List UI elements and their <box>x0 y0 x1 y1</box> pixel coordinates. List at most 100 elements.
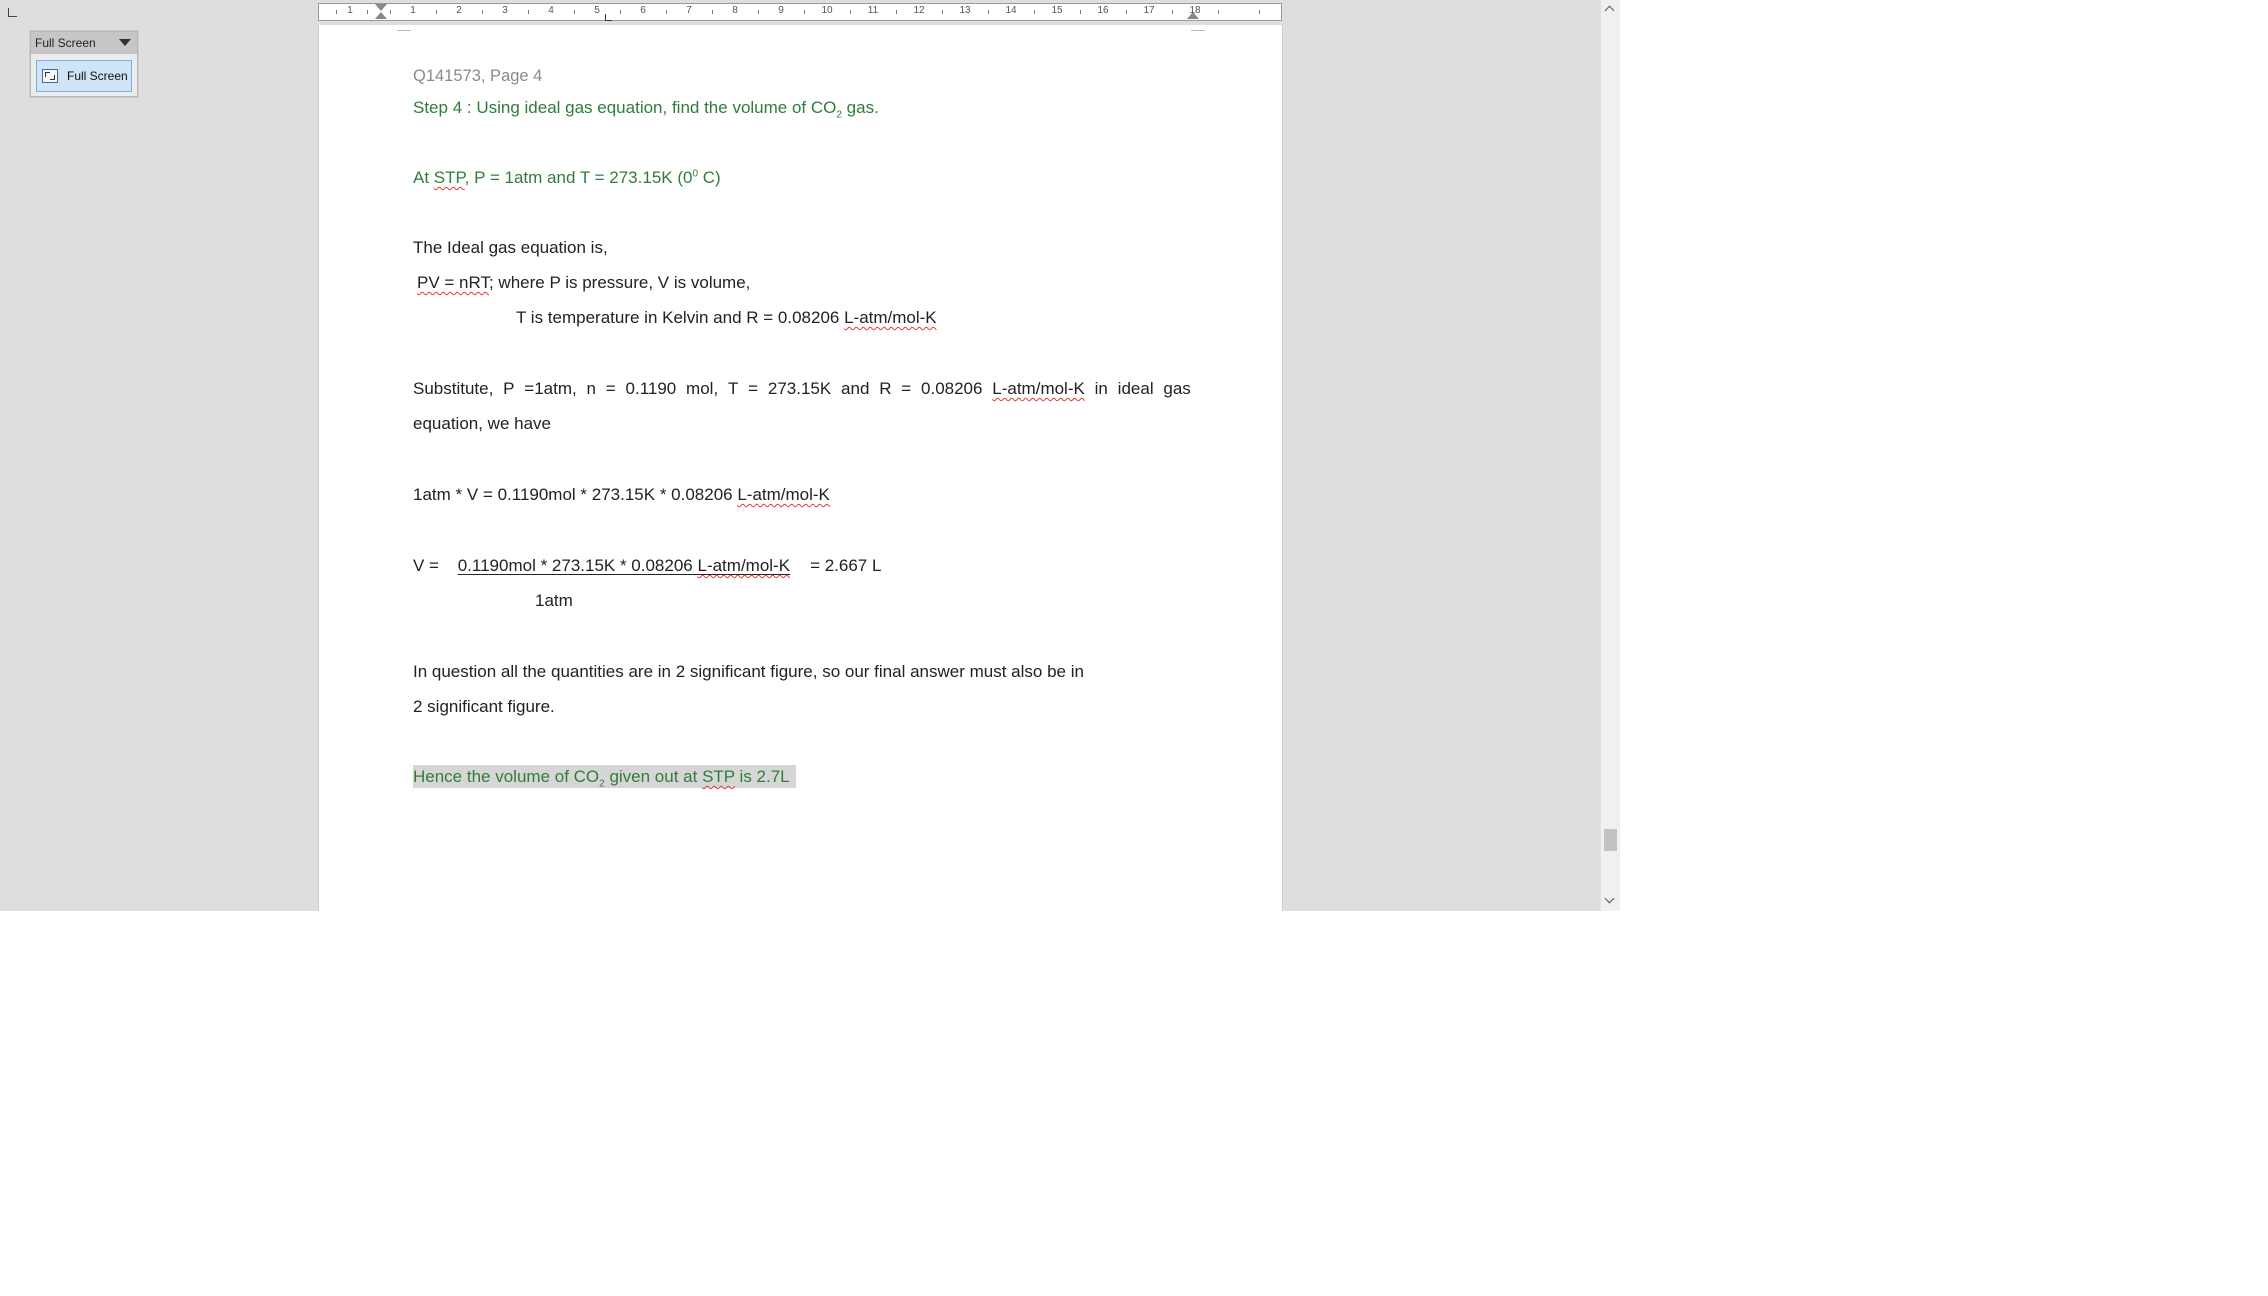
tab-stop-icon[interactable] <box>605 14 612 21</box>
ruler-tick <box>1172 10 1173 14</box>
word: =1atm, <box>524 379 577 398</box>
vertical-scrollbar[interactable] <box>1600 0 1620 911</box>
word: n <box>586 379 596 398</box>
scrollbar-thumb[interactable] <box>1604 829 1617 851</box>
toolbar-title-label: Full Screen <box>35 36 96 50</box>
ruler-number: 5 <box>594 5 600 16</box>
fullscreen-icon <box>42 69 58 83</box>
ruler-number: 4 <box>548 5 554 16</box>
fraction-denominator: 1atm <box>535 591 573 610</box>
ruler-tick <box>804 10 805 14</box>
hanging-indent-marker[interactable] <box>375 12 387 19</box>
ruler-number: 13 <box>959 5 971 16</box>
full-screen-toolbar-title[interactable]: Full Screen <box>31 32 137 54</box>
final-text: Hence the volume of CO <box>413 767 600 786</box>
volume-fraction: V = 0.1190mol * 273.15K * 0.08206 L-atm/… <box>413 556 881 576</box>
word: mol, <box>686 379 719 398</box>
spell-error-word: PV = nRT <box>417 273 489 292</box>
ruler-tick <box>896 10 897 14</box>
ruler-tick <box>1259 10 1260 14</box>
ruler-tick <box>850 10 851 14</box>
word: Substitute, <box>413 379 494 398</box>
ruler-number: 12 <box>913 5 925 16</box>
ruler-tick <box>390 10 391 14</box>
page-header: Q141573, Page 4 <box>413 67 543 85</box>
ruler-number: 15 <box>1051 5 1063 16</box>
final-mid: given out at <box>604 767 703 786</box>
ruler-tick <box>528 10 529 14</box>
word: and <box>841 379 870 398</box>
first-line-indent-marker[interactable] <box>375 4 387 11</box>
ruler-tick <box>1126 10 1127 14</box>
word: in <box>1094 379 1108 398</box>
temperature-text: T is temperature in Kelvin and R = 0.082… <box>516 308 845 327</box>
ruler-number: 17 <box>1143 5 1155 16</box>
ideal-gas-intro: The Ideal gas equation is, <box>413 238 608 257</box>
stp-conditions: At STP, P = 1atm and T = 273.15K (00 C) <box>413 168 721 188</box>
fraction-numerator: 0.1190mol * 273.15K * 0.08206 L-atm/mol-… <box>458 556 802 575</box>
chevron-down-icon[interactable] <box>119 39 131 46</box>
ruler-tick <box>666 10 667 14</box>
numerator-text: 0.1190mol * 273.15K * 0.08206 <box>457 556 698 575</box>
ruler-tick <box>1034 10 1035 14</box>
word: 273.15K <box>767 379 832 398</box>
ruler-number: 9 <box>778 5 784 16</box>
ruler-tick <box>574 10 575 14</box>
ruler-tick <box>482 10 483 14</box>
temperature-line: T is temperature in Kelvin and R = 0.082… <box>516 308 937 328</box>
step-title-text: Step 4 : Using ideal gas equation, find … <box>413 98 837 117</box>
horizontal-ruler[interactable]: 1 1 2 3 4 5 6 7 8 9 10 11 12 13 14 15 16… <box>318 3 1282 21</box>
ruler-number: 11 <box>867 5 879 16</box>
ruler-number: 3 <box>502 5 508 16</box>
calculation-line: 1atm * V = 0.1190mol * 273.15K * 0.08206… <box>413 485 830 505</box>
spell-error-word: STP <box>702 767 735 786</box>
ruler-number: 1 <box>347 5 353 16</box>
stp-end: C) <box>698 168 721 187</box>
ruler-tick <box>988 10 989 14</box>
sigfig-line-2: 2 significant figure. <box>413 697 555 716</box>
full-screen-button-label: Full Screen <box>67 69 128 83</box>
stp-prefix: At <box>413 168 434 187</box>
word: R <box>879 379 892 398</box>
ruler-tick <box>1218 10 1219 14</box>
scroll-down-icon[interactable] <box>1605 895 1615 905</box>
ruler-number: 18 <box>1189 5 1201 16</box>
word: ideal <box>1117 379 1154 398</box>
spell-error-word: STP <box>433 168 465 187</box>
substitute-line-2: equation, we have <box>413 414 551 433</box>
sigfig-line-1: In question all the quantities are in 2 … <box>413 662 1084 681</box>
full-screen-toolbar: Full Screen Full Screen <box>30 31 138 97</box>
ruler-tick <box>942 10 943 14</box>
word: gas <box>1163 379 1191 398</box>
spell-error-word: L-atm/mol-K <box>992 379 1085 398</box>
stp-values: , P = 1atm and T = 273.15K (0 <box>464 168 693 187</box>
ruler-tick <box>367 10 368 14</box>
word-app-window: 1 1 2 3 4 5 6 7 8 9 10 11 12 13 14 15 16… <box>0 0 1620 911</box>
tab-selector-icon[interactable] <box>8 8 17 17</box>
calculation-text: 1atm * V = 0.1190mol * 273.15K * 0.08206 <box>413 485 738 504</box>
step-title-tail: gas. <box>841 98 879 117</box>
final-result: is 2.7L <box>734 767 790 786</box>
word: = <box>605 379 616 398</box>
volume-label: V = <box>413 556 444 575</box>
ruler-number: 1 <box>410 5 416 16</box>
crop-mark <box>1191 25 1205 31</box>
ruler-number: 16 <box>1097 5 1109 16</box>
word: = <box>748 379 759 398</box>
document-page[interactable]: Q141573, Page 4 Step 4 : Using ideal gas… <box>318 25 1283 911</box>
scroll-up-icon[interactable] <box>1605 4 1615 14</box>
word: T <box>727 379 739 398</box>
ruler-tick <box>620 10 621 14</box>
ruler-tick <box>1080 10 1081 14</box>
ruler-number: 10 <box>821 5 833 16</box>
ideal-gas-equation: PV = nRT; where P is pressure, V is volu… <box>413 273 750 293</box>
step-title: Step 4 : Using ideal gas equation, find … <box>413 98 879 120</box>
word: = <box>901 379 912 398</box>
spell-error-word: L-atm/mol-K <box>737 485 830 504</box>
full-screen-button[interactable]: Full Screen <box>36 60 132 92</box>
ruler-number: 2 <box>456 5 462 16</box>
equation-description: ; where P is pressure, V is volume, <box>488 273 751 292</box>
ruler-tick <box>758 10 759 14</box>
ruler-tick <box>712 10 713 14</box>
crop-mark <box>397 25 411 31</box>
